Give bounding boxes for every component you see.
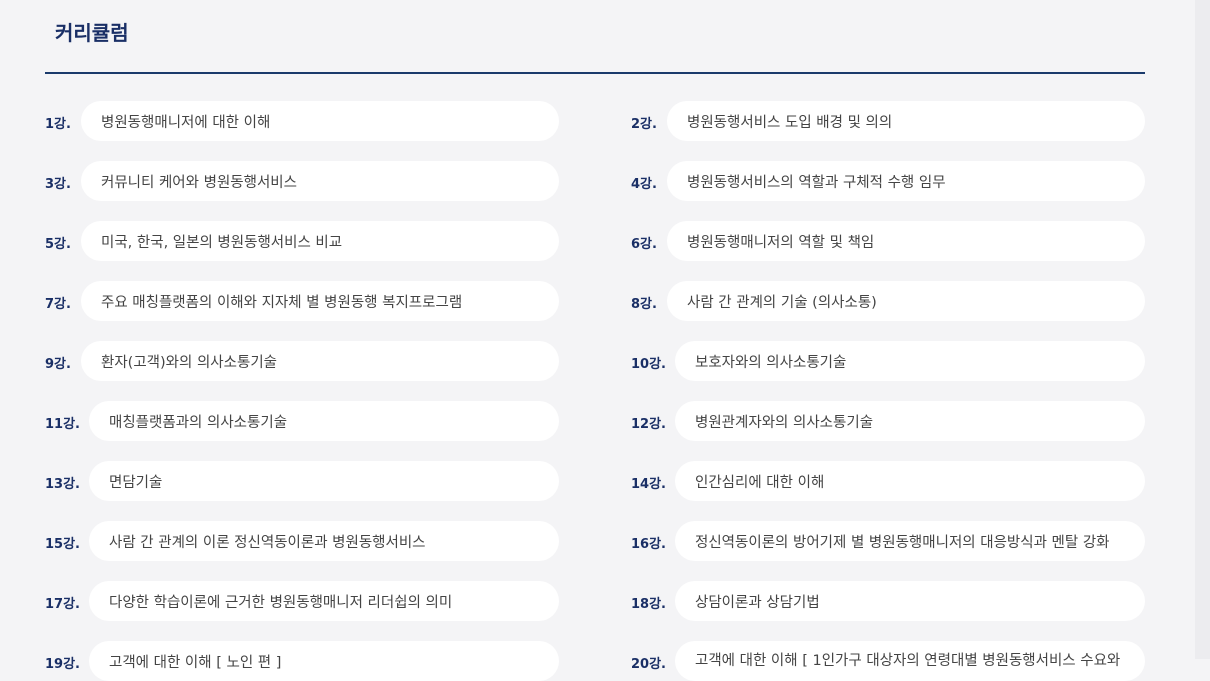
- lesson-item: 17강. 다양한 학습이론에 근거한 병원동행매니저 리더쉽의 의미: [45, 581, 559, 621]
- lesson-item: 9강. 환자(고객)와의 의사소통기술: [45, 341, 559, 381]
- lesson-title-pill[interactable]: 인간심리에 대한 이해: [675, 461, 1145, 501]
- lesson-title-pill[interactable]: 병원관계자와의 의사소통기술: [675, 401, 1145, 441]
- lesson-title: 사람 간 관계의 기술 (의사소통): [687, 294, 877, 311]
- lesson-number: 12강.: [631, 417, 666, 432]
- lesson-title-pill[interactable]: 병원동행매니저의 역할 및 책임: [667, 221, 1145, 261]
- lesson-title: 환자(고객)와의 의사소통기술: [101, 354, 278, 371]
- lesson-title: 매칭플랫폼과의 의사소통기술: [109, 414, 288, 431]
- curriculum-page: 커리큘럼 1강. 병원동행매니저에 대한 이해 2강. 병원동행서비스 도입 배…: [0, 0, 1210, 681]
- lesson-item: 2강. 병원동행서비스 도입 배경 및 의의: [631, 101, 1145, 141]
- lesson-title-pill[interactable]: 미국, 한국, 일본의 병원동행서비스 비교: [81, 221, 559, 261]
- lesson-title-pill[interactable]: 사람 간 관계의 이론 정신역동이론과 병원동행서비스: [89, 521, 559, 561]
- lesson-number: 18강.: [631, 597, 666, 612]
- lesson-number: 10강.: [631, 357, 666, 372]
- lesson-item: 11강. 매칭플랫폼과의 의사소통기술: [45, 401, 559, 441]
- lesson-title: 병원동행서비스 도입 배경 및 의의: [687, 114, 893, 131]
- lesson-number: 3강.: [45, 177, 71, 192]
- title-divider: [45, 72, 1145, 74]
- lesson-number: 9강.: [45, 357, 71, 372]
- lesson-title-pill[interactable]: 고객에 대한 이해 [ 1인가구 대상자의 연령대별 병원동행서비스 수요와: [675, 641, 1145, 681]
- lesson-title-pill[interactable]: 정신역동이론의 방어기제 별 병원동행매니저의 대응방식과 멘탈 강화: [675, 521, 1145, 561]
- lesson-item: 16강. 정신역동이론의 방어기제 별 병원동행매니저의 대응방식과 멘탈 강화: [631, 521, 1145, 561]
- lesson-item: 7강. 주요 매칭플랫폼의 이해와 지자체 별 병원동행 복지프로그램: [45, 281, 559, 321]
- lesson-number: 5강.: [45, 237, 71, 252]
- lesson-number: 1강.: [45, 117, 71, 132]
- section-title: 커리큘럼: [55, 21, 129, 45]
- lesson-number: 8강.: [631, 297, 657, 312]
- lesson-title-pill[interactable]: 보호자와의 의사소통기술: [675, 341, 1145, 381]
- lesson-item: 1강. 병원동행매니저에 대한 이해: [45, 101, 559, 141]
- page-edge: [1195, 0, 1210, 659]
- lesson-number: 14강.: [631, 477, 666, 492]
- lesson-title-pill[interactable]: 병원동행서비스의 역할과 구체적 수행 임무: [667, 161, 1145, 201]
- lesson-title-pill[interactable]: 면담기술: [89, 461, 559, 501]
- lesson-title: 미국, 한국, 일본의 병원동행서비스 비교: [101, 234, 343, 251]
- lesson-title: 고객에 대한 이해 [ 1인가구 대상자의 연령대별 병원동행서비스 수요와: [695, 653, 1121, 669]
- lesson-list: 1강. 병원동행매니저에 대한 이해 2강. 병원동행서비스 도입 배경 및 의…: [45, 101, 1145, 681]
- lesson-title-pill[interactable]: 커뮤니티 케어와 병원동행서비스: [81, 161, 559, 201]
- lesson-number: 6강.: [631, 237, 657, 252]
- lesson-number: 17강.: [45, 597, 80, 612]
- lesson-title: 보호자와의 의사소통기술: [695, 354, 847, 371]
- lesson-item: 6강. 병원동행매니저의 역할 및 책임: [631, 221, 1145, 261]
- lesson-number: 7강.: [45, 297, 71, 312]
- lesson-title: 병원동행서비스의 역할과 구체적 수행 임무: [687, 174, 946, 191]
- lesson-number: 15강.: [45, 537, 80, 552]
- lesson-title: 병원동행매니저에 대한 이해: [101, 114, 271, 131]
- lesson-title-pill[interactable]: 다양한 학습이론에 근거한 병원동행매니저 리더쉽의 의미: [89, 581, 559, 621]
- lesson-title: 고객에 대한 이해 [ 노인 편 ]: [109, 654, 282, 671]
- lesson-title: 상담이론과 상담기법: [695, 594, 820, 611]
- lesson-item: 5강. 미국, 한국, 일본의 병원동행서비스 비교: [45, 221, 559, 261]
- lesson-title: 인간심리에 대한 이해: [695, 474, 825, 491]
- lesson-number: 20강.: [631, 657, 666, 672]
- lesson-title: 주요 매칭플랫폼의 이해와 지자체 별 병원동행 복지프로그램: [101, 294, 463, 311]
- lesson-title-pill[interactable]: 매칭플랫폼과의 의사소통기술: [89, 401, 559, 441]
- lesson-title: 커뮤니티 케어와 병원동행서비스: [101, 174, 297, 191]
- lesson-item: 13강. 면담기술: [45, 461, 559, 501]
- lesson-item: 15강. 사람 간 관계의 이론 정신역동이론과 병원동행서비스: [45, 521, 559, 561]
- lesson-item: 19강. 고객에 대한 이해 [ 노인 편 ]: [45, 641, 559, 681]
- lesson-title-pill[interactable]: 상담이론과 상담기법: [675, 581, 1145, 621]
- lesson-item: 8강. 사람 간 관계의 기술 (의사소통): [631, 281, 1145, 321]
- lesson-title-pill[interactable]: 사람 간 관계의 기술 (의사소통): [667, 281, 1145, 321]
- lesson-title: 면담기술: [109, 474, 163, 491]
- lesson-item: 3강. 커뮤니티 케어와 병원동행서비스: [45, 161, 559, 201]
- lesson-title-pill[interactable]: 병원동행서비스 도입 배경 및 의의: [667, 101, 1145, 141]
- lesson-item: 20강. 고객에 대한 이해 [ 1인가구 대상자의 연령대별 병원동행서비스 …: [631, 641, 1145, 681]
- lesson-title: 다양한 학습이론에 근거한 병원동행매니저 리더쉽의 의미: [109, 594, 453, 611]
- lesson-number: 11강.: [45, 417, 80, 432]
- lesson-title-pill[interactable]: 환자(고객)와의 의사소통기술: [81, 341, 559, 381]
- lesson-title: 사람 간 관계의 이론 정신역동이론과 병원동행서비스: [109, 534, 426, 551]
- lesson-number: 4강.: [631, 177, 657, 192]
- lesson-item: 12강. 병원관계자와의 의사소통기술: [631, 401, 1145, 441]
- lesson-title: 병원관계자와의 의사소통기술: [695, 414, 874, 431]
- lesson-title-pill[interactable]: 병원동행매니저에 대한 이해: [81, 101, 559, 141]
- lesson-title: 병원동행매니저의 역할 및 책임: [687, 234, 875, 251]
- lesson-item: 14강. 인간심리에 대한 이해: [631, 461, 1145, 501]
- lesson-title-pill[interactable]: 고객에 대한 이해 [ 노인 편 ]: [89, 641, 559, 681]
- lesson-item: 18강. 상담이론과 상담기법: [631, 581, 1145, 621]
- lesson-item: 10강. 보호자와의 의사소통기술: [631, 341, 1145, 381]
- lesson-title: 정신역동이론의 방어기제 별 병원동행매니저의 대응방식과 멘탈 강화: [695, 534, 1110, 551]
- lesson-number: 13강.: [45, 477, 80, 492]
- lesson-number: 16강.: [631, 537, 666, 552]
- lesson-item: 4강. 병원동행서비스의 역할과 구체적 수행 임무: [631, 161, 1145, 201]
- lesson-number: 2강.: [631, 117, 657, 132]
- lesson-number: 19강.: [45, 657, 80, 672]
- lesson-title-pill[interactable]: 주요 매칭플랫폼의 이해와 지자체 별 병원동행 복지프로그램: [81, 281, 559, 321]
